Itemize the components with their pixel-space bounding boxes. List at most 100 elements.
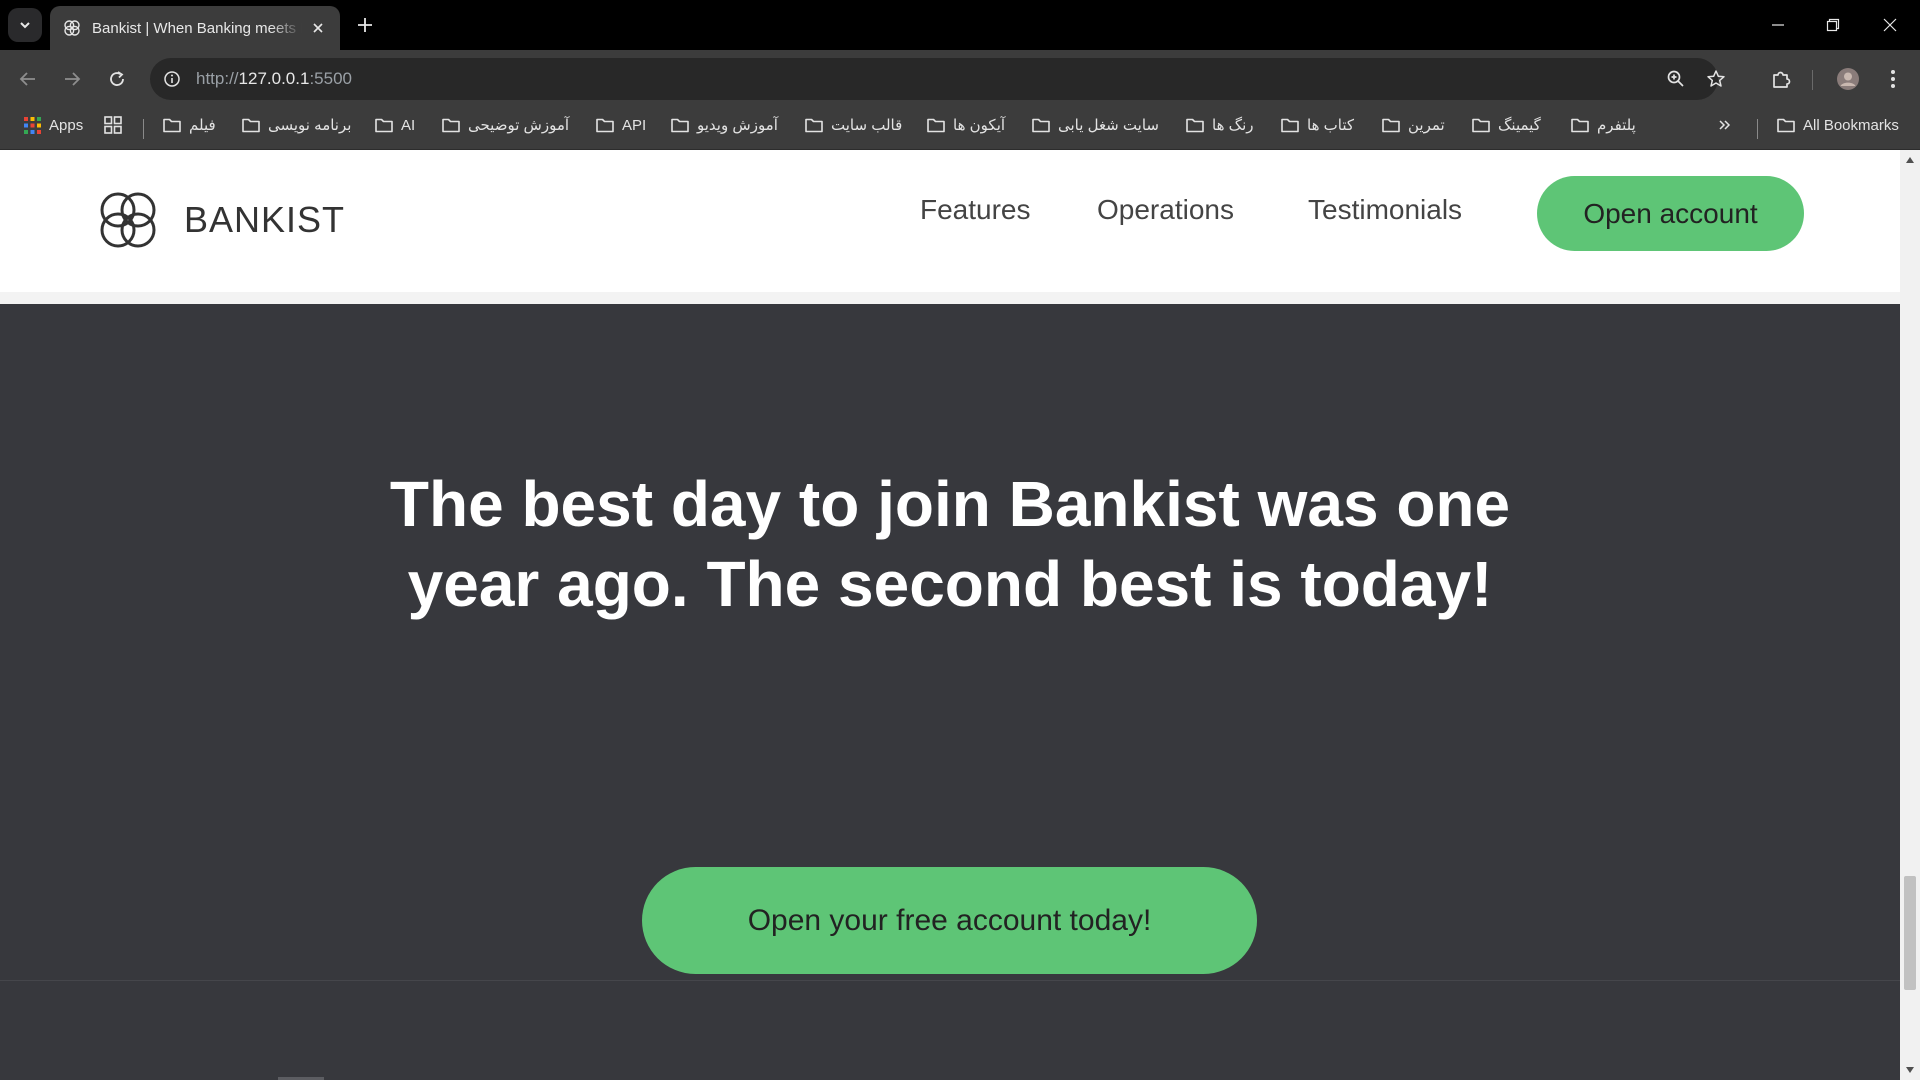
folder-icon	[1032, 118, 1050, 133]
forward-button[interactable]	[57, 64, 87, 94]
new-tab-button[interactable]	[352, 12, 378, 38]
folder-icon	[1571, 118, 1589, 133]
page-scrollbar[interactable]	[1900, 150, 1920, 1080]
folder-icon	[927, 118, 945, 133]
nav-link-operations[interactable]: Operations	[1097, 194, 1234, 226]
bookmarks-bar: Apps فیلم برنامه نویسی AI آموزش توضیحی A…	[0, 108, 1920, 150]
folder-icon	[1281, 118, 1299, 133]
bookmark-label: آموزش ویدیو	[697, 117, 778, 134]
tab-groups-icon	[104, 116, 122, 134]
bookmark-label: رنگ ها	[1212, 117, 1254, 134]
url-scheme: http://	[196, 69, 239, 88]
bookmark-tab-groups[interactable]	[104, 108, 122, 142]
bookmark-label: آموزش توضیحی	[468, 117, 570, 134]
scroll-down-button[interactable]	[1900, 1062, 1920, 1078]
bookmark-folder[interactable]: آیکون ها	[927, 108, 1005, 142]
avatar-icon	[1837, 68, 1859, 90]
bookmark-label: گیمینگ	[1498, 117, 1541, 134]
bookmark-folder[interactable]: آموزش توضیحی	[442, 108, 569, 142]
toolbar-divider	[1812, 70, 1813, 90]
more-bookmarks-button[interactable]	[1718, 108, 1732, 142]
site-info-button[interactable]	[160, 67, 184, 91]
bookmark-label: آیکون ها	[953, 117, 1006, 134]
site-logo[interactable]: BANKIST	[92, 184, 345, 256]
bookmark-label: برنامه نویسی	[268, 117, 352, 134]
bookmark-folder[interactable]: پلتفرم	[1571, 108, 1636, 142]
bookmark-label: قالب سایت	[831, 117, 903, 134]
folder-icon	[596, 118, 614, 133]
bookmark-folder[interactable]: AI	[375, 108, 415, 142]
bookmark-folder[interactable]: کتاب ها	[1281, 108, 1354, 142]
tab-title: Bankist | When Banking meets Minimalist	[92, 19, 302, 37]
nav-link-testimonials[interactable]: Testimonials	[1308, 194, 1462, 226]
bookmark-folder[interactable]: فیلم	[163, 108, 216, 142]
close-window-button[interactable]	[1872, 10, 1908, 40]
all-bookmarks-label: All Bookmarks	[1803, 116, 1899, 134]
folder-icon	[163, 118, 181, 133]
signup-section: The best day to join Bankist was one yea…	[0, 304, 1900, 980]
menu-button[interactable]	[1878, 64, 1908, 94]
bookmark-folder[interactable]: آموزش ویدیو	[671, 108, 778, 142]
folder-icon	[375, 118, 393, 133]
close-icon	[313, 23, 323, 33]
nav-shadow-strip	[0, 292, 1900, 304]
tab-search-button[interactable]	[8, 8, 42, 42]
address-bar[interactable]: http://127.0.0.1:5500	[150, 58, 1725, 100]
zoom-button[interactable]	[1664, 67, 1688, 91]
bookmark-folder[interactable]: سایت شغل یابی	[1032, 108, 1159, 142]
url-host: 127.0.0.1	[238, 69, 310, 88]
browser-tab-bar: Bankist | When Banking meets Minimalist	[0, 0, 1920, 50]
more-vertical-icon	[1891, 70, 1895, 88]
nav-link-features[interactable]: Features	[920, 194, 1031, 226]
bookmark-label: پلتفرم	[1597, 117, 1636, 134]
bookmark-folder[interactable]: API	[596, 108, 646, 142]
logo-text: BANKIST	[184, 199, 346, 240]
back-button[interactable]	[13, 64, 43, 94]
page-viewport: BANKIST Features Operations Testimonials…	[0, 150, 1920, 1080]
bankist-page: BANKIST Features Operations Testimonials…	[0, 150, 1900, 1080]
folder-icon	[805, 118, 823, 133]
minimize-icon	[1772, 24, 1784, 26]
bookmark-label: AI	[401, 116, 416, 134]
bookmark-folder[interactable]: رنگ ها	[1186, 108, 1254, 142]
bookmark-label: API	[622, 116, 647, 134]
bookmark-folder[interactable]: برنامه نویسی	[242, 108, 351, 142]
star-icon	[1707, 70, 1725, 87]
puzzle-icon	[1773, 71, 1791, 88]
bookmark-folder[interactable]: تمرین	[1382, 108, 1445, 142]
info-icon	[164, 71, 180, 87]
bookmark-star-button[interactable]	[1704, 67, 1728, 91]
bookmark-divider	[1757, 119, 1758, 139]
zoom-icon	[1667, 70, 1684, 87]
bookmark-folder[interactable]: گیمینگ	[1472, 108, 1541, 142]
browser-toolbar: http://127.0.0.1:5500	[0, 50, 1920, 108]
all-bookmarks-button[interactable]: All Bookmarks	[1777, 108, 1899, 142]
extensions-button[interactable]	[1766, 64, 1796, 94]
plus-icon	[358, 18, 372, 32]
active-tab[interactable]: Bankist | When Banking meets Minimalist	[50, 6, 340, 50]
apps-grid-icon	[24, 116, 41, 134]
bookmark-label: فیلم	[189, 117, 216, 134]
tab-close-button[interactable]	[308, 18, 328, 38]
signup-heading-line-2: year ago. The second best is today!	[407, 548, 1493, 620]
bankist-logo-icon	[100, 192, 156, 248]
signup-heading-line-1: The best day to join Bankist was one	[389, 468, 1511, 540]
triangle-up-icon	[1906, 157, 1914, 163]
reload-button[interactable]	[102, 64, 132, 94]
bookmark-folder[interactable]: قالب سایت	[805, 108, 902, 142]
triangle-down-icon	[1906, 1067, 1914, 1073]
bookmark-divider	[143, 119, 144, 139]
open-free-account-button[interactable]: Open your free account today!	[642, 867, 1257, 974]
scroll-up-button[interactable]	[1900, 152, 1920, 168]
bookmark-label: کتاب ها	[1307, 117, 1355, 134]
minimize-button[interactable]	[1760, 10, 1796, 40]
folder-icon	[1472, 118, 1490, 133]
restore-button[interactable]	[1815, 10, 1851, 40]
open-account-button[interactable]: Open account	[1537, 176, 1804, 251]
folder-icon	[442, 118, 460, 133]
folder-icon	[1777, 118, 1795, 133]
folder-icon	[242, 118, 260, 133]
scrollbar-thumb[interactable]	[1904, 876, 1916, 990]
bookmark-apps[interactable]: Apps	[24, 108, 83, 142]
profile-button[interactable]	[1833, 64, 1863, 94]
